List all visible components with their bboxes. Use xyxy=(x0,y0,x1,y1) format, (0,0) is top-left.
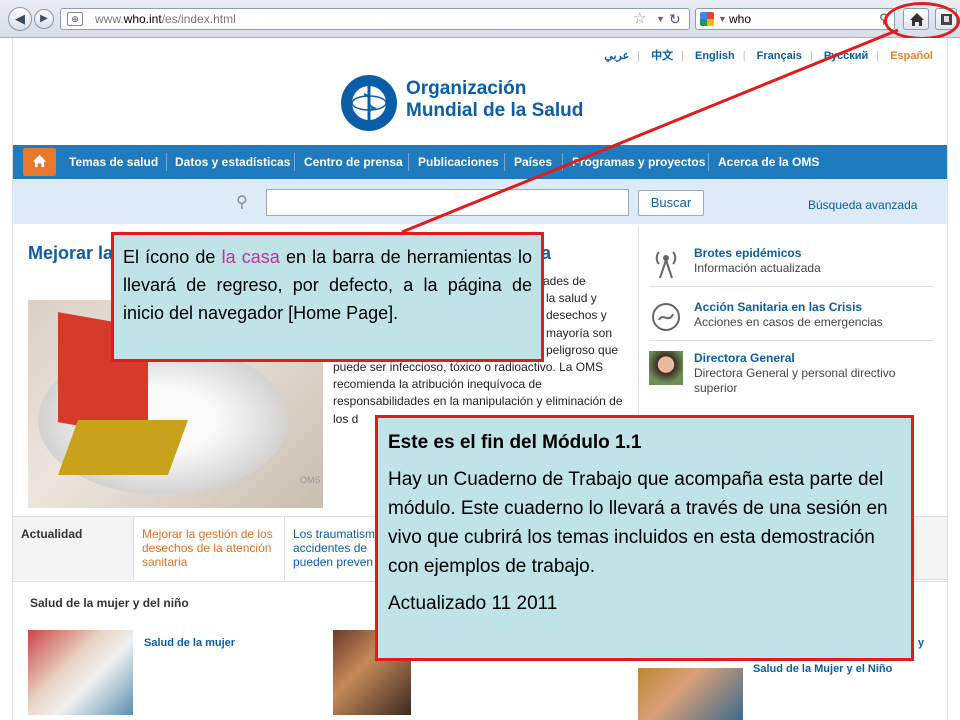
module-end-callout: Este es el fin del Módulo 1.1 Hay un Cua… xyxy=(375,415,914,661)
home-icon-callout: El ícono de la casa en la barra de herra… xyxy=(111,232,544,362)
module-end-heading: Este es el fin del Módulo 1.1 xyxy=(388,432,642,453)
module-end-updated: Actualizado 11 2011 xyxy=(388,593,558,614)
module-end-body: Hay un Cuaderno de Trabajo que acompaña … xyxy=(388,469,888,577)
